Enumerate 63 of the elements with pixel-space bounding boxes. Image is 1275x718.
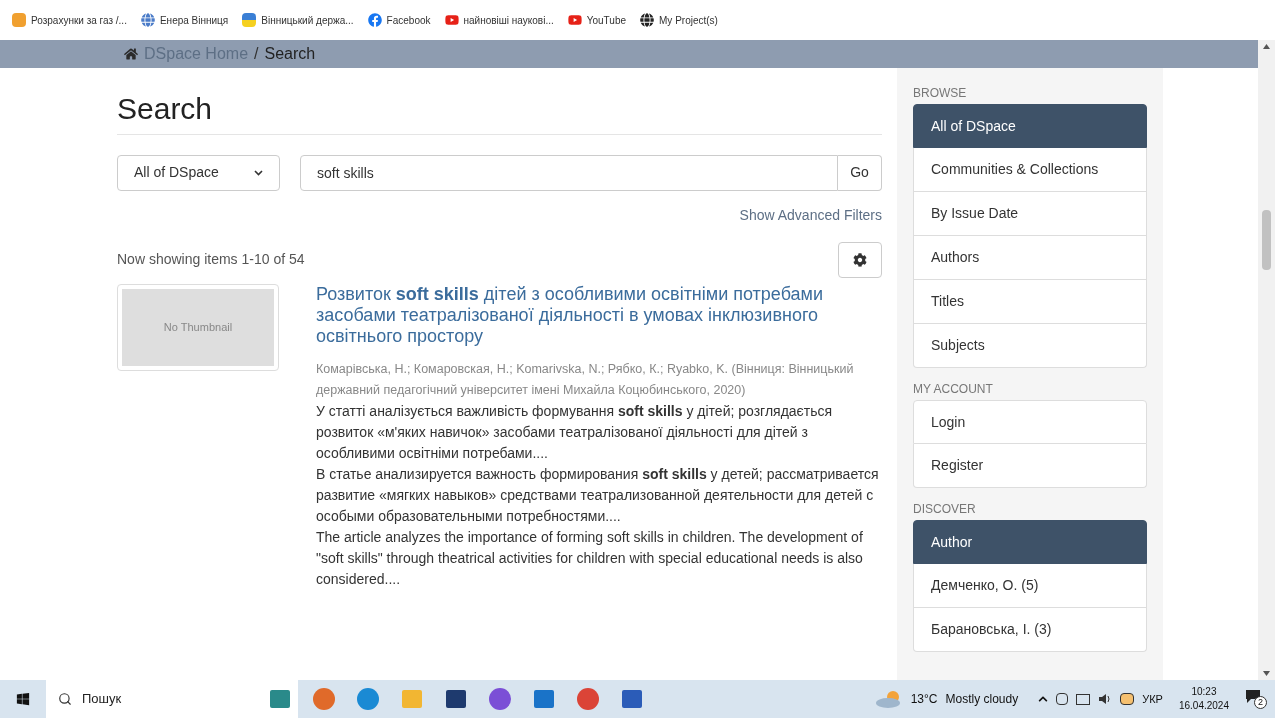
scrollbar[interactable]: [1258, 40, 1275, 680]
sidebar-item[interactable]: Login: [913, 400, 1147, 444]
weather-temperature: 13°C: [910, 691, 938, 708]
bookmark-link[interactable]: Розрахунки за газ /...: [31, 12, 127, 28]
flag-icon: [242, 13, 257, 27]
chevron-icon: [254, 169, 263, 176]
search-icon: [58, 692, 72, 706]
start-icon[interactable]: [16, 692, 30, 706]
sidebar-heading: MY ACCOUNT: [913, 382, 994, 396]
scroll-down-icon[interactable]: [1263, 671, 1270, 676]
result-abstract: У статті аналізується важливість формування soft skills у дітей; розглядається розвиток «м'яких навичок» засобами театралізованої діяльності для дітей з особливими освітніми потребами....: [316, 401, 833, 463]
sidebar-heading: BROWSE: [913, 86, 968, 100]
clock-time[interactable]: 10:23: [1191, 685, 1217, 699]
chevron-up-icon[interactable]: [1038, 694, 1049, 704]
scope-dropdown[interactable]: All of DSpace: [117, 154, 280, 191]
clock-date[interactable]: 16.04.2024: [1178, 699, 1229, 713]
result-title[interactable]: Розвиток soft skills дітей з особливими освітніми потребами засобами театралізованої діяльності в умовах інклюзивного освітнього простору: [316, 283, 882, 347]
sidebar-item[interactable]: Communities & Collections: [913, 148, 1147, 192]
weather-description: Mostly cloudy: [945, 691, 1019, 708]
breadcrumb-current: Search: [264, 46, 316, 62]
sidebar-item[interactable]: Authors: [913, 236, 1147, 280]
result-abstract: В статье анализируется важность формирования soft skills у детей; рассматривается развитие «мягких навыков» средствами театрализованной деятельности для детей с особыми образовательными потребностями....: [316, 464, 880, 526]
scroll-up-icon[interactable]: [1263, 44, 1270, 49]
taskbar-search-field[interactable]: Пошук: [46, 680, 298, 718]
advanced-filters-link[interactable]: Show Advanced Filters: [739, 204, 882, 226]
sidebar-item[interactable]: Демченко, О. (5): [913, 564, 1147, 608]
bookmark-link[interactable]: Facebook: [386, 12, 431, 28]
sidebar-item[interactable]: Subjects: [913, 324, 1147, 368]
bookmark-link[interactable]: найновіші наукові...: [463, 12, 554, 28]
play-icon: [567, 13, 582, 27]
scroll-thumb[interactable]: [1262, 210, 1271, 270]
bookmark-link[interactable]: YouTube: [586, 12, 627, 28]
result-authors: Комарівська, Н.; Комаровская, Н.; Komarivska, N.; Рябко, К.; Ryabko, K. (Вінниця: Вінницький державний педагогічний університет імені Михайла Коцюбинського, 2020): [316, 360, 855, 399]
page-title: Search: [117, 90, 882, 135]
sidebar-item[interactable]: Titles: [913, 280, 1147, 324]
bookmark-link[interactable]: Енера Вінниця: [159, 12, 229, 28]
speaker-icon[interactable]: [1098, 693, 1113, 705]
home-icon: [124, 47, 138, 61]
sidebar-item[interactable]: Register: [913, 444, 1147, 488]
settings-button[interactable]: [838, 241, 882, 278]
sidebar-item[interactable]: All of DSpace: [913, 104, 1147, 148]
play-icon: [444, 13, 459, 27]
bookmark-link[interactable]: Вінницький держа...: [261, 12, 354, 28]
sidebar-item[interactable]: Author: [913, 520, 1147, 564]
notification-count: 2: [1254, 696, 1267, 709]
language-indicator[interactable]: УКР: [1142, 690, 1163, 708]
globe-icon: [140, 13, 155, 27]
settings-icon: [853, 252, 867, 267]
cloud-icon: [874, 689, 903, 709]
search-field[interactable]: soft skills: [300, 154, 838, 191]
results-summary: Now showing items 1-10 of 54: [117, 250, 305, 269]
bookmark-link[interactable]: My Project(s): [659, 12, 718, 28]
notification-button[interactable]: 2: [1245, 689, 1267, 709]
facebook-icon: [367, 13, 382, 27]
go-button[interactable]: Go: [838, 154, 882, 191]
result-abstract: The article analyzes the importance of forming soft skills in children. The development of "soft skills" through theatrical activities for children with special educational needs is also considered....: [316, 527, 864, 589]
thumbnail-label: No Thumbnail: [163, 319, 233, 335]
sidebar-heading: DISCOVER: [913, 502, 977, 516]
sidebar-item[interactable]: By Issue Date: [913, 192, 1147, 236]
globe-icon: [640, 13, 655, 27]
notification-icon: [1245, 689, 1261, 704]
breadcrumb-separator: /: [254, 46, 259, 62]
sidebar-item[interactable]: Барановська, І. (3): [913, 608, 1147, 652]
